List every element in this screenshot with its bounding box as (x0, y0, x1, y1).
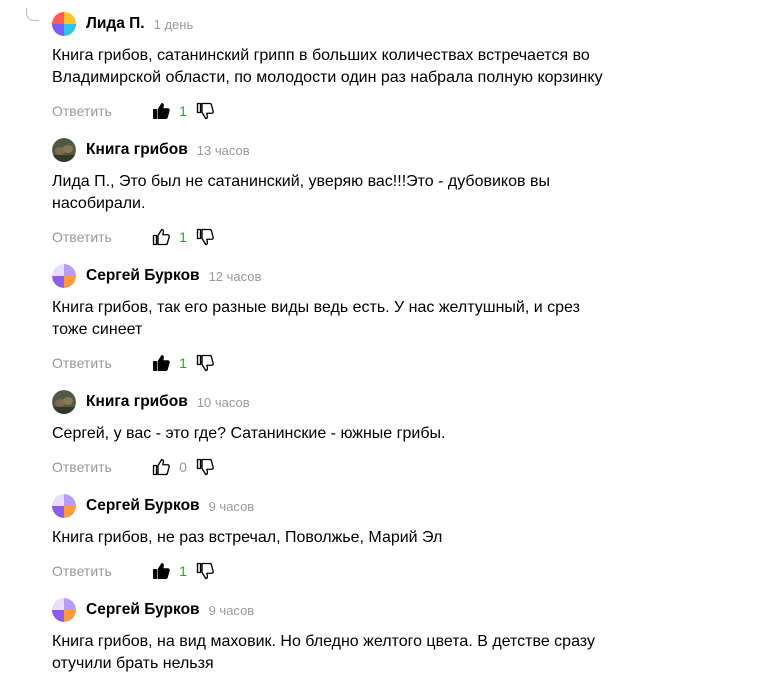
comment-actions: Ответить 1 (52, 99, 216, 123)
comment-time[interactable]: 9 часов (209, 603, 255, 618)
reply-button[interactable]: Ответить (52, 459, 150, 475)
comment-time[interactable]: 10 часов (197, 395, 250, 410)
thread-connector (26, 8, 39, 21)
like-count: 0 (179, 459, 187, 475)
reply-button[interactable]: Ответить (52, 563, 150, 579)
comment-line: Владимирской области, по молодости один … (52, 69, 603, 86)
author-name[interactable]: Книга грибов (86, 393, 188, 411)
comment-time[interactable]: 1 день (154, 17, 194, 32)
thumbs-up-icon[interactable] (150, 560, 172, 582)
like-count: 1 (179, 103, 187, 119)
avatar-multicolor-icon (52, 12, 76, 36)
comment-time[interactable]: 13 часов (197, 143, 250, 158)
avatar-purple-icon (52, 598, 76, 622)
comment-actions: Ответить 0 (52, 455, 216, 479)
comment-header: Книга грибов 10 часов (52, 390, 250, 414)
like-count: 1 (179, 563, 187, 579)
avatar[interactable] (52, 494, 76, 518)
comment-line: Сергей, у вас - это где? Сатанинские - ю… (52, 425, 446, 442)
author-name[interactable]: Сергей Бурков (86, 497, 200, 515)
comment-text: Лида П., Это был не сатанинский, уверяю … (52, 171, 652, 215)
avatar[interactable] (52, 12, 76, 36)
comment-line: Книга грибов, не раз встречал, Поволжье,… (52, 529, 443, 546)
comment-header: Сергей Бурков 12 часов (52, 264, 261, 288)
comment-line: насобирали. (52, 195, 146, 212)
avatar-photo-icon (52, 390, 76, 414)
comment-header: Сергей Бурков 9 часов (52, 598, 254, 622)
like-count: 1 (179, 355, 187, 371)
comment-text: Книга грибов, так его разные виды ведь е… (52, 297, 652, 341)
comment-text: Книга грибов, на вид маховик. Но бледно … (52, 631, 652, 675)
comment-line: тоже синеет (52, 321, 143, 338)
comment-header: Лида П. 1 день (52, 12, 193, 36)
comment-time[interactable]: 9 часов (209, 499, 255, 514)
reply-button[interactable]: Ответить (52, 103, 150, 119)
comment-text: Сергей, у вас - это где? Сатанинские - ю… (52, 423, 652, 445)
thumbs-up-icon[interactable] (150, 352, 172, 374)
thumbs-up-icon[interactable] (150, 226, 172, 248)
like-count: 1 (179, 229, 187, 245)
comment-line: Лида П., Это был не сатанинский, уверяю … (52, 173, 550, 190)
avatar-purple-icon (52, 494, 76, 518)
comment-header: Сергей Бурков 9 часов (52, 494, 254, 518)
thumbs-down-icon[interactable] (194, 456, 216, 478)
comment-time[interactable]: 12 часов (209, 269, 262, 284)
author-name[interactable]: Сергей Бурков (86, 267, 200, 285)
comment-text: Книга грибов, сатанинский грипп в больши… (52, 45, 652, 89)
comment-header: Книга грибов 13 часов (52, 138, 250, 162)
thumbs-down-icon[interactable] (194, 100, 216, 122)
avatar[interactable] (52, 598, 76, 622)
avatar[interactable] (52, 264, 76, 288)
comment-line: Книга грибов, сатанинский грипп в больши… (52, 47, 590, 64)
comment-line: Книга грибов, так его разные виды ведь е… (52, 299, 580, 316)
comment-actions: Ответить 1 (52, 351, 216, 375)
thumbs-down-icon[interactable] (194, 560, 216, 582)
thumbs-down-icon[interactable] (194, 352, 216, 374)
author-name[interactable]: Сергей Бурков (86, 601, 200, 619)
avatar[interactable] (52, 138, 76, 162)
comment-text: Книга грибов, не раз встречал, Поволжье,… (52, 527, 652, 549)
author-name[interactable]: Книга грибов (86, 141, 188, 159)
comment-actions: Ответить 1 (52, 559, 216, 583)
avatar-purple-icon (52, 264, 76, 288)
comment-actions: Ответить 1 (52, 225, 216, 249)
comment-line: Книга грибов, на вид маховик. Но бледно … (52, 633, 595, 650)
thumbs-down-icon[interactable] (194, 226, 216, 248)
avatar-photo-icon (52, 138, 76, 162)
avatar[interactable] (52, 390, 76, 414)
reply-button[interactable]: Ответить (52, 355, 150, 371)
reply-button[interactable]: Ответить (52, 229, 150, 245)
thumbs-up-icon[interactable] (150, 100, 172, 122)
comment-line: отучили брать нельзя (52, 655, 214, 672)
author-name[interactable]: Лида П. (86, 15, 145, 33)
thumbs-up-icon[interactable] (150, 456, 172, 478)
